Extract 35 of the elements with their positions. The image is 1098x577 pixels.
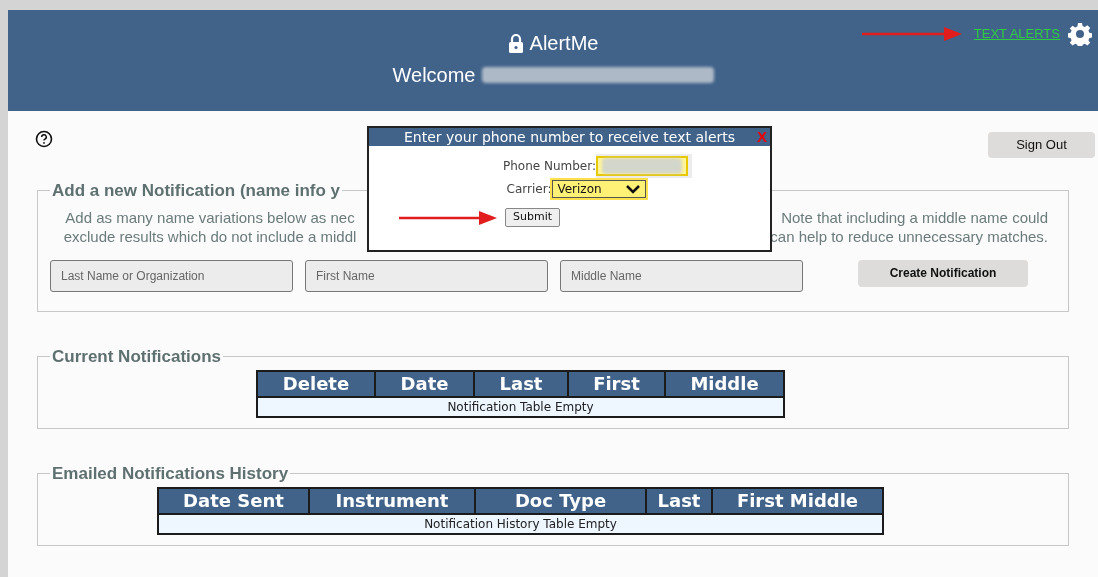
column-header: Date Sent: [158, 487, 309, 514]
sign-out-button[interactable]: Sign Out: [988, 132, 1095, 158]
name-field[interactable]: Last Name or Organization: [50, 259, 293, 292]
description-text: Add as many name variations below as nec: [65, 207, 355, 227]
column-header: Last: [646, 487, 712, 514]
section-title: Add a new Notification (name info y: [51, 180, 342, 202]
column-header: First Middle: [712, 487, 883, 514]
column-header: Date: [375, 370, 474, 397]
section-title: Emailed Notifications History: [51, 463, 290, 485]
column-header: Doc Type: [475, 487, 646, 514]
carrier-label: Carrier:: [506, 181, 552, 198]
lock-icon: [507, 33, 524, 53]
column-header: Middle: [665, 370, 784, 397]
create-notification-button[interactable]: Create Notification: [858, 259, 1028, 287]
welcome-text: Welcome: [392, 63, 476, 88]
empty-message: Notification History Table Empty: [158, 513, 883, 534]
dialog-title: Enter your phone number to receive text alerts: [403, 128, 736, 146]
description-text: Note that including a middle name could: [781, 207, 1048, 227]
name-field[interactable]: Middle Name: [560, 259, 803, 292]
phone-label: Phone Number:: [503, 158, 596, 175]
column-header: Last: [474, 370, 568, 397]
help-icon[interactable]: [35, 130, 53, 148]
phone-field[interactable]: [596, 154, 692, 178]
section-title: Current Notifications: [51, 346, 223, 368]
submit-button[interactable]: Submit: [505, 208, 560, 227]
name-field[interactable]: First Name: [305, 259, 548, 292]
settings-icon[interactable]: [1068, 22, 1092, 46]
column-header: First: [568, 370, 665, 397]
column-header: Delete: [257, 370, 375, 397]
empty-message: Notification Table Empty: [257, 396, 784, 417]
carrier-select[interactable]: Verizon: [552, 180, 647, 198]
description-text: exclude results which do not include a middl: [63, 226, 357, 246]
column-header: Instrument: [309, 487, 475, 514]
chevron-down-icon: [625, 184, 642, 194]
app-title: AlertMe: [529, 31, 599, 56]
